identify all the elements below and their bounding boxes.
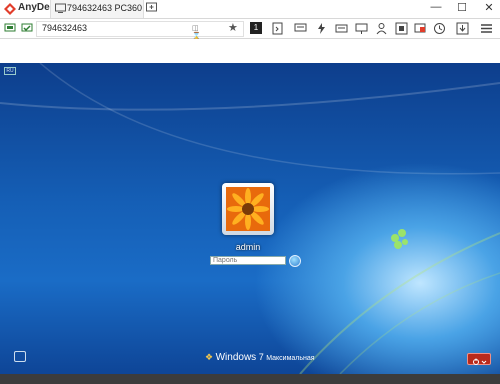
username-label: admin bbox=[235, 242, 261, 252]
minimize-button[interactable]: — bbox=[428, 1, 444, 13]
shutdown-button[interactable] bbox=[467, 353, 491, 365]
new-tab-icon[interactable] bbox=[146, 2, 157, 13]
maximize-button[interactable]: ☐ bbox=[454, 1, 470, 14]
monitor-icon bbox=[55, 3, 66, 13]
close-button[interactable]: ✕ bbox=[481, 1, 497, 14]
session-tab[interactable]: 794632463 PC360 bbox=[50, 0, 144, 18]
display-icon[interactable] bbox=[355, 22, 368, 35]
brand-edition: Максимальная bbox=[266, 355, 315, 362]
remote-screen[interactable]: RU admin ❖ Windows 7 Максимальная bbox=[0, 63, 500, 374]
download-icon[interactable] bbox=[456, 22, 469, 35]
monitor-one-icon[interactable]: 1 bbox=[250, 22, 262, 34]
ease-of-access-icon[interactable] bbox=[14, 351, 26, 362]
user-avatar[interactable] bbox=[222, 183, 274, 235]
user-settings-icon[interactable] bbox=[375, 22, 388, 35]
fullscreen-icon[interactable] bbox=[395, 22, 408, 35]
windows-flag-icon: ❖ bbox=[205, 352, 214, 362]
connection-status-icon bbox=[4, 23, 16, 32]
tab-label: 794632463 PC360 bbox=[67, 3, 143, 13]
keyboard-icon[interactable] bbox=[335, 22, 348, 35]
brand-version: 7 bbox=[258, 352, 264, 362]
remote-status-icon bbox=[21, 23, 33, 32]
title-bar: AnyDesk 794632463 PC360 — ☐ ✕ bbox=[0, 0, 500, 19]
keyboard-layout-icon[interactable]: RU bbox=[4, 67, 16, 75]
login-arrow-button[interactable] bbox=[289, 255, 301, 267]
transfer-icon[interactable] bbox=[271, 22, 284, 35]
favorite-star-icon[interactable]: ★ bbox=[228, 21, 241, 34]
actions-icon[interactable] bbox=[315, 22, 328, 35]
anydesk-logo-icon bbox=[4, 3, 16, 15]
power-icon bbox=[473, 358, 487, 365]
menu-icon[interactable] bbox=[480, 22, 493, 35]
remote-area-top bbox=[0, 39, 500, 63]
brand-windows: Windows bbox=[215, 352, 257, 363]
chat-icon[interactable] bbox=[294, 22, 307, 35]
toolbar: 794632463 ◫ ⌛ ◇ ★ 1 bbox=[0, 19, 500, 48]
bottom-bar bbox=[0, 374, 500, 384]
password-input[interactable] bbox=[210, 256, 286, 265]
address-field[interactable]: 794632463 bbox=[36, 21, 244, 37]
address-value: 794632463 bbox=[42, 23, 88, 33]
accessibility-icon: ◫ ⌛ ◇ bbox=[192, 25, 201, 48]
windows-branding: ❖ Windows 7 Максимальная bbox=[205, 352, 315, 363]
history-icon[interactable] bbox=[433, 22, 446, 35]
record-icon[interactable] bbox=[414, 22, 427, 35]
